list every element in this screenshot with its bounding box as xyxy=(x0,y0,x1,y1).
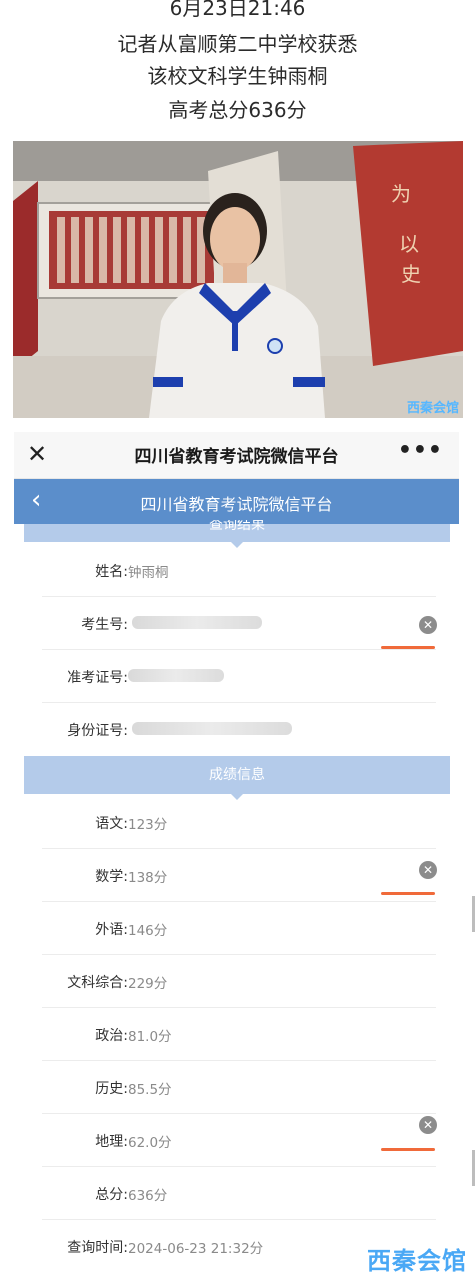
wechat-topbar: ✕ 四川省教育考试院微信平台 ••• xyxy=(14,432,459,479)
circle-x-icon[interactable]: ✕ xyxy=(419,1116,437,1134)
row-label: 身份证号: xyxy=(67,723,128,739)
section-score-info: 成绩信息 xyxy=(24,756,450,800)
caption-score: 高考总分636分 xyxy=(168,98,307,122)
circle-x-icon[interactable]: ✕ xyxy=(419,616,437,634)
caption-source: 记者从富顺第二中学校获悉 xyxy=(117,32,358,56)
row-label: 外语: xyxy=(95,922,128,938)
info-row-id-number: 身份证号: xyxy=(42,703,436,756)
student-photo: 为 以 史 西秦会馆 xyxy=(13,141,463,418)
caption-student: 该校文科学生钟雨桐 xyxy=(147,64,328,88)
row-value: 123分 xyxy=(128,817,168,833)
footer-watermark: 西秦会馆 xyxy=(367,1247,467,1275)
redacted-value xyxy=(132,616,262,629)
score-row-liberal-arts: 文科综合: 229分 xyxy=(42,955,436,1008)
info-row-name: 姓名: 钟雨桐 xyxy=(42,544,436,597)
row-label: 文科综合: xyxy=(67,975,128,991)
score-row-geography: 地理: 62.0分 xyxy=(42,1114,436,1167)
redacted-value xyxy=(132,722,292,735)
score-row-foreign-language: 外语: 146分 xyxy=(42,902,436,955)
row-label: 语文: xyxy=(95,816,128,832)
row-value: 229分 xyxy=(128,976,168,992)
row-value: 636分 xyxy=(128,1188,168,1204)
row-value: 钟雨桐 xyxy=(128,565,169,581)
wechat-screenshot: ✕ 四川省教育考试院微信平台 ••• ‹ 四川省教育考试院微信平台 查询结果 姓… xyxy=(14,432,459,1280)
score-row-politics: 政治: 81.0分 xyxy=(42,1008,436,1061)
row-label: 姓名: xyxy=(95,564,128,580)
photo-illustration: 为 以 史 xyxy=(13,141,463,418)
row-label: 总分: xyxy=(95,1187,128,1203)
row-value: 138分 xyxy=(128,870,168,886)
red-underline xyxy=(381,1148,435,1151)
red-underline xyxy=(381,646,435,649)
row-value: 2024-06-23 21:32分 xyxy=(128,1241,264,1257)
section-query-result: 查询结果 xyxy=(24,520,450,548)
row-value: 62.0分 xyxy=(128,1135,172,1151)
svg-text:以: 以 xyxy=(399,232,419,256)
svg-text:史: 史 xyxy=(401,262,421,286)
row-label: 考生号: xyxy=(81,617,128,633)
section-query-label: 查询结果 xyxy=(209,520,265,533)
row-label: 历史: xyxy=(95,1081,128,1097)
score-row-history: 历史: 85.5分 xyxy=(42,1061,436,1114)
row-label: 查询时间: xyxy=(67,1240,128,1256)
caption-datetime: 6月23日21:46 xyxy=(169,0,306,20)
photo-watermark: 西秦会馆 xyxy=(406,401,459,416)
svg-text:为: 为 xyxy=(391,182,411,206)
red-underline xyxy=(381,892,435,895)
more-dots-icon[interactable]: ••• xyxy=(398,438,443,463)
page-title: 四川省教育考试院微信平台 xyxy=(140,495,333,514)
circle-x-icon[interactable]: ✕ xyxy=(419,861,437,879)
score-row-total: 总分: 636分 xyxy=(42,1167,436,1220)
page-header: ‹ 四川省教育考试院微信平台 xyxy=(14,479,459,524)
row-label: 准考证号: xyxy=(67,670,128,686)
row-value: 85.5分 xyxy=(128,1082,172,1098)
row-value: 81.0分 xyxy=(128,1029,172,1045)
row-label: 数学: xyxy=(95,869,128,885)
row-value: 146分 xyxy=(128,923,168,939)
window-title: 四川省教育考试院微信平台 xyxy=(134,447,339,467)
score-row-chinese: 语文: 123分 xyxy=(42,796,436,849)
redacted-value xyxy=(128,669,224,682)
row-label: 地理: xyxy=(95,1134,128,1150)
score-row-math: 数学: 138分 xyxy=(42,849,436,902)
info-row-exam-number: 考生号: xyxy=(42,597,436,650)
info-row-admission-ticket: 准考证号: xyxy=(42,650,436,703)
row-label: 政治: xyxy=(95,1028,128,1044)
section-score-label: 成绩信息 xyxy=(209,767,265,783)
